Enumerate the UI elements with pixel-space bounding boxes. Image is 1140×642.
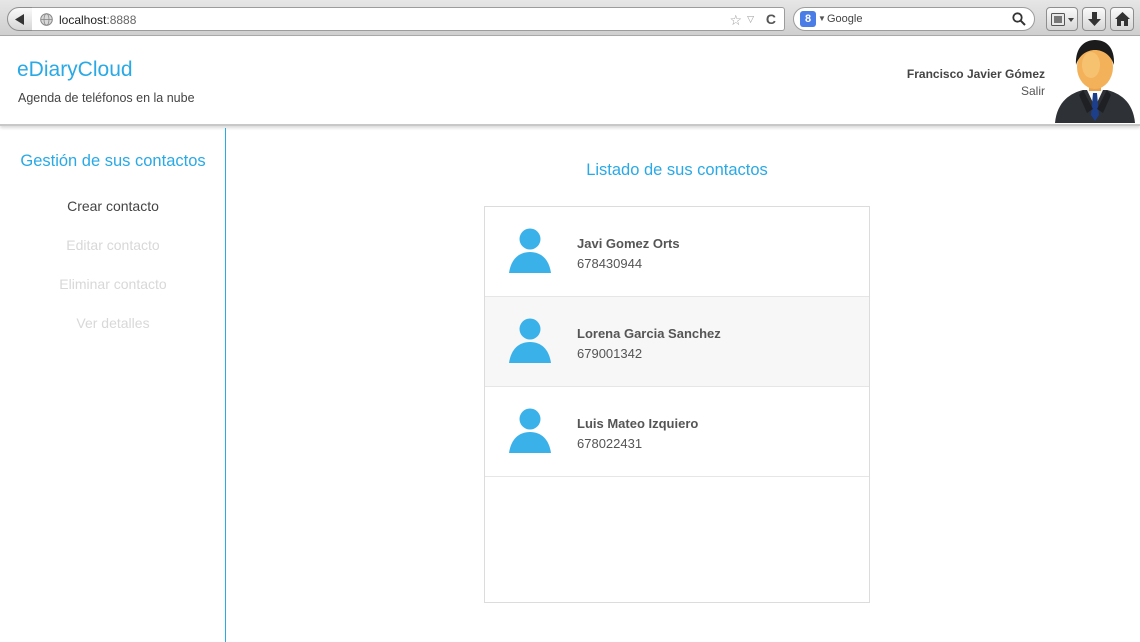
address-bar[interactable]: localhost:8888 ☆ ▽ C: [32, 7, 785, 31]
home-icon: [1115, 12, 1130, 26]
contact-name: Luis Mateo Izquiero: [577, 416, 699, 431]
businessman-avatar-icon: [1055, 40, 1135, 123]
search-bar[interactable]: 8 ▼ Google: [793, 7, 1035, 31]
contact-name: Lorena Garcia Sanchez: [577, 326, 721, 341]
downloads-button[interactable]: [1082, 7, 1106, 31]
app-title[interactable]: eDiaryCloud: [17, 58, 133, 82]
reload-icon[interactable]: C: [766, 11, 776, 27]
contact-row[interactable]: Lorena Garcia Sanchez 679001342: [485, 297, 869, 387]
web-developer-icon: [1051, 13, 1074, 26]
globe-icon: [40, 13, 53, 26]
contact-name: Javi Gomez Orts: [577, 236, 680, 251]
logout-link[interactable]: Salir: [1021, 84, 1045, 98]
url-port: :8888: [106, 13, 137, 27]
download-icon: [1088, 12, 1101, 26]
contact-row[interactable]: Javi Gomez Orts 678430944: [485, 207, 869, 297]
url-host: localhost: [59, 13, 107, 27]
sidebar-item-delete-contact[interactable]: Eliminar contacto: [0, 276, 226, 292]
person-icon: [509, 408, 551, 453]
person-icon: [509, 318, 551, 363]
contact-phone: 678430944: [577, 256, 643, 271]
magnifier-icon[interactable]: [1012, 12, 1026, 26]
sidebar-item-view-details[interactable]: Ver detalles: [0, 315, 226, 331]
app-subtitle: Agenda de teléfonos en la nube: [18, 91, 195, 105]
search-engine-dropdown-icon[interactable]: ▼: [818, 14, 826, 23]
home-button[interactable]: [1110, 7, 1134, 31]
back-arrow-icon: [15, 14, 24, 25]
contact-phone: 678022431: [577, 436, 643, 451]
sidebar: Gestión de sus contactos Crear contacto …: [0, 128, 226, 642]
sidebar-title: Gestión de sus contactos: [20, 152, 206, 170]
sidebar-item-edit-contact[interactable]: Editar contacto: [0, 237, 226, 253]
list-title: Listado de sus contactos: [586, 161, 768, 179]
contact-row[interactable]: Luis Mateo Izquiero 678022431: [485, 387, 869, 477]
sidebar-item-create-contact[interactable]: Crear contacto: [0, 198, 226, 214]
url-text: localhost:8888: [59, 13, 136, 27]
search-engine-label: Google: [827, 13, 863, 25]
back-button[interactable]: [7, 7, 33, 31]
contact-list: Javi Gomez Orts 678430944 Lorena Garcia …: [484, 206, 870, 603]
contact-phone: 679001342: [577, 346, 643, 361]
browser-toolbar: localhost:8888 ☆ ▽ C 8 ▼ Google: [0, 0, 1140, 36]
bookmark-star-icon[interactable]: ☆: [729, 12, 742, 29]
user-name: Francisco Javier Gómez: [906, 67, 1045, 81]
app-header: eDiaryCloud Agenda de teléfonos en la nu…: [0, 37, 1140, 126]
web-developer-button[interactable]: [1046, 7, 1078, 31]
google-logo-icon: 8: [800, 11, 816, 27]
history-dropdown-icon[interactable]: ▽: [747, 14, 754, 25]
person-icon: [509, 228, 551, 273]
